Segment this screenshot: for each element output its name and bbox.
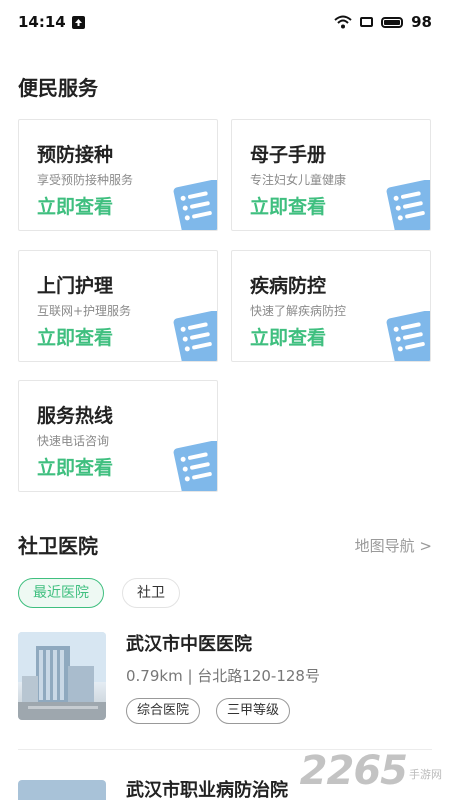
service-card-home-nursing[interactable]: 上门护理 互联网+护理服务 立即查看 bbox=[18, 250, 218, 362]
services-title: 便民服务 bbox=[18, 76, 98, 100]
clock: 14:14 bbox=[18, 13, 66, 31]
service-card-disease-control[interactable]: 疾病防控 快速了解疾病防控 立即查看 bbox=[231, 250, 431, 362]
card-subtitle: 快速电话咨询 bbox=[37, 434, 110, 448]
status-right: 98 bbox=[334, 13, 432, 31]
card-title: 疾病防控 bbox=[250, 275, 327, 297]
document-list-icon bbox=[173, 311, 217, 361]
map-navigation-link[interactable]: 地图导航 > bbox=[355, 535, 432, 556]
hospital-address: 0.79km | 台北路120-128号 bbox=[126, 667, 320, 685]
hospital-tag-type: 综合医院 bbox=[126, 698, 201, 724]
watermark-site: 手游网 bbox=[409, 768, 442, 781]
document-list-icon bbox=[386, 180, 430, 230]
battery-level: 98 bbox=[411, 13, 432, 31]
filter-community-health[interactable]: 社卫 bbox=[122, 578, 180, 608]
service-card-hotline[interactable]: 服务热线 快速电话咨询 立即查看 bbox=[18, 380, 218, 492]
battery-icon bbox=[381, 16, 404, 28]
watermark: 2265 手游网 bbox=[300, 748, 442, 794]
card-title: 上门护理 bbox=[37, 275, 114, 297]
filter-nearest-hospitals[interactable]: 最近医院 bbox=[18, 578, 104, 608]
card-subtitle: 快速了解疾病防控 bbox=[250, 304, 347, 318]
hospital-tag-grade: 三甲等级 bbox=[216, 698, 291, 724]
status-bar: 14:14 98 bbox=[0, 0, 450, 44]
hospital-name[interactable]: 武汉市职业病防治院 bbox=[126, 776, 288, 802]
hospital-name[interactable]: 武汉市中医医院 bbox=[126, 630, 252, 656]
watermark-number: 2265 bbox=[299, 748, 408, 794]
document-list-icon bbox=[173, 180, 217, 230]
card-subtitle: 互联网+护理服务 bbox=[37, 304, 132, 318]
view-now-link[interactable]: 立即查看 bbox=[250, 192, 326, 219]
view-now-link[interactable]: 立即查看 bbox=[37, 192, 113, 219]
view-now-link[interactable]: 立即查看 bbox=[37, 453, 113, 480]
view-now-link[interactable]: 立即查看 bbox=[250, 323, 326, 350]
service-card-vaccination[interactable]: 预防接种 享受预防接种服务 立即查看 bbox=[18, 119, 218, 231]
hospital-photo[interactable] bbox=[18, 632, 106, 720]
screen-icon bbox=[360, 17, 374, 27]
hospital-photo[interactable] bbox=[18, 780, 106, 800]
service-card-maternal-handbook[interactable]: 母子手册 专注妇女儿童健康 立即查看 bbox=[231, 119, 431, 231]
wifi-icon bbox=[334, 15, 352, 29]
hospitals-title: 社卫医院 bbox=[18, 534, 98, 558]
view-now-link[interactable]: 立即查看 bbox=[37, 323, 113, 350]
card-title: 母子手册 bbox=[250, 144, 327, 166]
building-photo bbox=[18, 632, 106, 720]
card-subtitle: 享受预防接种服务 bbox=[37, 173, 134, 187]
status-left: 14:14 bbox=[18, 13, 85, 31]
card-title: 预防接种 bbox=[37, 144, 114, 166]
card-subtitle: 专注妇女儿童健康 bbox=[250, 173, 347, 187]
document-list-icon bbox=[386, 311, 430, 361]
card-title: 服务热线 bbox=[37, 405, 114, 427]
document-list-icon bbox=[173, 441, 217, 491]
notification-icon bbox=[71, 15, 85, 29]
